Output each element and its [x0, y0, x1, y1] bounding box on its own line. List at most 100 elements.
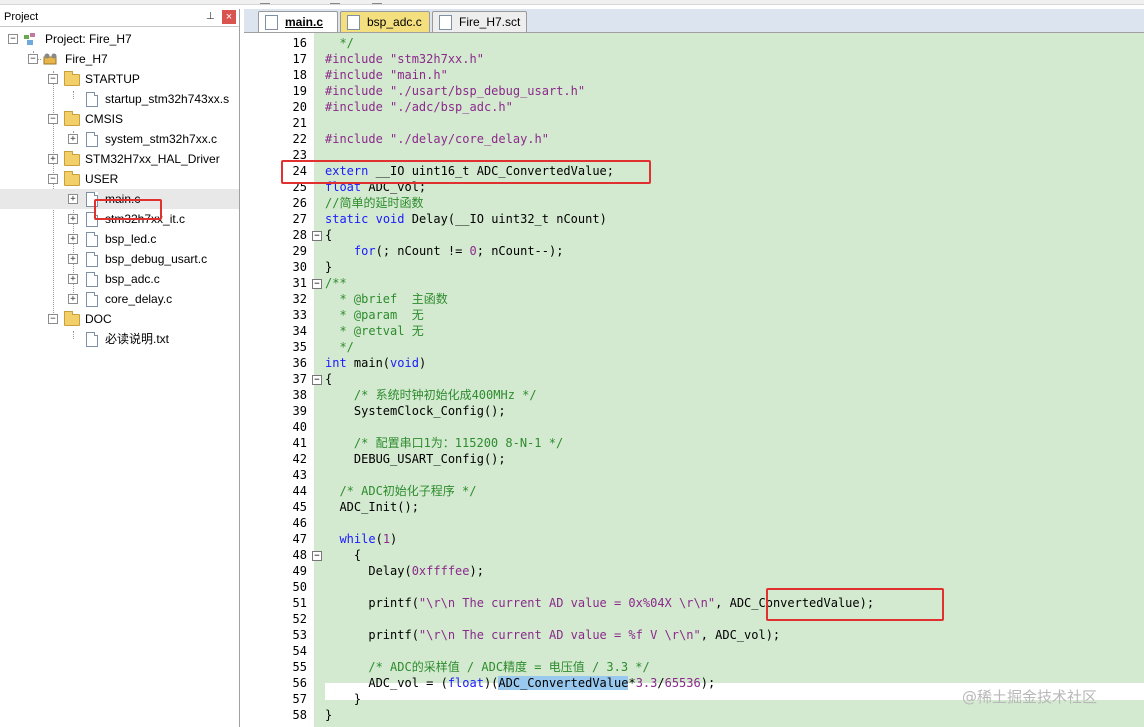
code-line: }	[325, 708, 333, 722]
expand-toggle[interactable]: +	[68, 294, 78, 304]
tree-file-label: core_delay.c	[105, 292, 173, 306]
highlight-box	[281, 160, 651, 184]
highlight-box	[94, 199, 162, 220]
line-number: 55	[292, 660, 307, 674]
tree-file-label: bsp_debug_usart.c	[105, 252, 208, 266]
close-panel-button[interactable]: ×	[222, 10, 236, 24]
expand-toggle[interactable]: +	[68, 274, 78, 284]
tree-file-delay[interactable]: + core_delay.c	[0, 289, 239, 309]
fold-toggle[interactable]: −	[312, 375, 322, 385]
line-number: 21	[292, 116, 307, 130]
line-number: 38	[292, 388, 307, 402]
toolbar-button[interactable]	[260, 0, 270, 4]
line-number: 32	[292, 292, 307, 306]
tree-group-cmsis[interactable]: − CMSIS	[0, 109, 239, 129]
code-line-current: ADC_vol = (float)(ADC_ConvertedValue*3.3…	[325, 676, 716, 690]
tree-file-adc[interactable]: + bsp_adc.c	[0, 269, 239, 289]
code-line: #include "./usart/bsp_debug_usart.h"	[325, 84, 586, 98]
expand-toggle[interactable]: +	[68, 134, 78, 144]
fold-toggle[interactable]: −	[312, 231, 322, 241]
line-number: 34	[292, 324, 307, 338]
code-line: #include "main.h"	[325, 68, 448, 82]
toolbar-button[interactable]	[372, 0, 382, 4]
code-line: /* ADC初始化子程序 */	[339, 484, 477, 498]
line-number: 52	[292, 612, 307, 626]
code-line: DEBUG_USART_Config();	[325, 452, 506, 466]
tree-group-user[interactable]: − USER	[0, 169, 239, 189]
code-line: */	[325, 36, 354, 50]
folder-icon	[64, 171, 80, 186]
code-line: for(; nCount != 0; nCount--);	[353, 244, 564, 258]
tree-file-readme[interactable]: 必读说明.txt	[0, 329, 239, 349]
expand-toggle[interactable]: +	[68, 254, 78, 264]
file-icon	[86, 232, 98, 247]
code-line: #include "./delay/core_delay.h"	[325, 132, 549, 146]
tree-project-label: Project: Fire_H7	[45, 32, 132, 46]
tree-group-label: STM32H7xx_HAL_Driver	[85, 152, 220, 166]
line-number: 29	[292, 244, 307, 258]
code-line: #include "./adc/bsp_adc.h"	[325, 100, 513, 114]
toolbar-strip	[0, 0, 1144, 5]
watermark: @稀土掘金技术社区	[962, 688, 1098, 706]
code-line: * @param 无	[325, 308, 424, 322]
line-number: 46	[292, 516, 307, 530]
file-icon	[86, 132, 98, 147]
tab-fire-h7-sct[interactable]: Fire_H7.sct	[432, 11, 527, 32]
file-icon	[86, 292, 98, 307]
collapse-toggle[interactable]: −	[8, 34, 18, 44]
file-icon	[86, 92, 98, 107]
expand-toggle[interactable]: +	[68, 234, 78, 244]
file-icon	[86, 332, 98, 347]
tree-group-label: CMSIS	[85, 112, 124, 126]
tree-file-usart[interactable]: + bsp_debug_usart.c	[0, 249, 239, 269]
tab-label: main.c	[285, 15, 324, 29]
tree-group-doc[interactable]: − DOC	[0, 309, 239, 329]
tab-bsp-adc-c[interactable]: bsp_adc.c	[340, 11, 430, 32]
expand-toggle[interactable]: +	[68, 194, 78, 204]
file-icon	[265, 15, 278, 30]
collapse-toggle[interactable]: −	[48, 74, 58, 84]
fold-toggle[interactable]: −	[312, 551, 322, 561]
tree-project-root[interactable]: − Project: Fire_H7	[0, 29, 239, 49]
toolbar-button[interactable]	[330, 0, 340, 4]
tab-main-c[interactable]: main.c	[258, 11, 338, 32]
expand-toggle[interactable]: +	[68, 214, 78, 224]
code-line: /**	[325, 276, 347, 290]
folder-icon	[64, 151, 80, 166]
line-number: 50	[292, 580, 307, 594]
code-line: while(1)	[339, 532, 398, 546]
tree-file-system[interactable]: + system_stm32h7xx.c	[0, 129, 239, 149]
tree-file-label: startup_stm32h743xx.s	[105, 92, 230, 106]
tree-file-startup[interactable]: startup_stm32h743xx.s	[0, 89, 239, 109]
expand-toggle[interactable]: +	[48, 154, 58, 164]
collapse-toggle[interactable]: −	[28, 54, 38, 64]
tree-file-led[interactable]: + bsp_led.c	[0, 229, 239, 249]
collapse-toggle[interactable]: −	[48, 114, 58, 124]
tab-label: Fire_H7.sct	[459, 15, 521, 29]
line-number: 45	[292, 500, 307, 514]
fold-toggle[interactable]: −	[312, 279, 322, 289]
code-line: /* 配置串口1为：115200 8-N-1 */	[353, 436, 564, 450]
line-number: 35	[292, 340, 307, 354]
code-line: */	[325, 340, 354, 354]
line-number: 41	[292, 436, 307, 450]
tree-group-label: USER	[85, 172, 119, 186]
tree-group-hal-driver[interactable]: + STM32H7xx_HAL_Driver	[0, 149, 239, 169]
file-icon	[86, 252, 98, 267]
line-number: 51	[292, 596, 307, 610]
collapse-toggle[interactable]: −	[48, 174, 58, 184]
line-number: 58	[292, 708, 307, 722]
tree-file-label: system_stm32h7xx.c	[105, 132, 218, 146]
pin-icon[interactable]: ⊥	[206, 11, 215, 22]
code-line: ADC_Init();	[325, 500, 419, 514]
file-icon	[347, 15, 360, 30]
project-panel: Project ⊥ × − Project: Fire_H7 − Fire_H7	[0, 9, 240, 727]
line-number: 49	[292, 564, 307, 578]
tree-target[interactable]: − Fire_H7	[0, 49, 239, 69]
collapse-toggle[interactable]: −	[48, 314, 58, 324]
highlight-box	[766, 588, 944, 621]
tree-target-label: Fire_H7	[65, 52, 108, 66]
folder-icon	[64, 111, 80, 126]
file-icon	[439, 15, 452, 30]
tree-group-startup[interactable]: − STARTUP	[0, 69, 239, 89]
